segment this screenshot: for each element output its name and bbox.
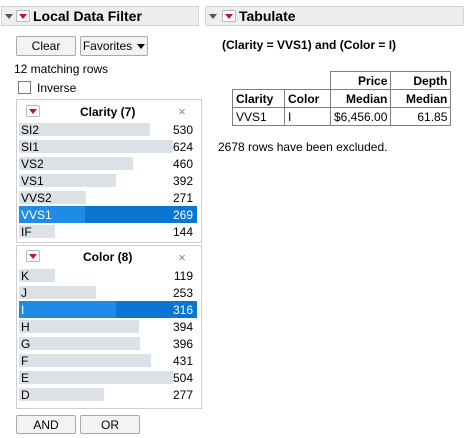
matching-rows-text: 12 matching rows: [14, 62, 109, 76]
tabulate-title: Tabulate: [239, 8, 296, 24]
count-bar: [19, 354, 151, 367]
list-item-count: 530: [172, 123, 193, 137]
or-button-label: OR: [101, 417, 119, 432]
red-triangle-menu-icon[interactable]: [16, 10, 30, 22]
table-cell-color: I: [284, 107, 331, 126]
list-item[interactable]: VS2 460: [19, 155, 197, 172]
tabulate-header: Tabulate: [205, 6, 464, 26]
list-item-label: VVS2: [21, 191, 52, 205]
local-data-filter-header: Local Data Filter: [1, 6, 199, 26]
list-item-label: VS2: [21, 157, 44, 171]
count-bar: [19, 337, 140, 350]
list-item-label: G: [21, 337, 31, 351]
list-item[interactable]: SI1 624: [19, 138, 197, 155]
disclosure-triangle-icon[interactable]: [4, 11, 14, 21]
list-item-label: H: [21, 320, 30, 334]
list-item[interactable]: SI2 530: [19, 121, 197, 138]
and-button-label: AND: [33, 417, 59, 432]
clarity-column-header: Clarity: [232, 89, 285, 108]
excluded-rows-note: 2678 rows have been excluded.: [218, 140, 388, 154]
color-filter-title: Color (8): [83, 250, 133, 264]
count-bar: [19, 320, 139, 333]
list-item-count: 460: [172, 157, 193, 171]
count-bar: [19, 388, 104, 401]
clarity-close-icon[interactable]: ×: [176, 104, 188, 119]
list-item-label: J: [21, 286, 27, 300]
table-row: VVS1 I $6,456.00 61.85: [232, 107, 452, 126]
table-cell-depth-median: 61.85: [390, 107, 452, 126]
list-item[interactable]: G 396: [19, 335, 197, 352]
local-data-filter-title: Local Data Filter: [33, 8, 142, 24]
list-item-count: 119: [173, 269, 193, 283]
list-item-count: 394: [172, 320, 193, 334]
list-item[interactable]: D 277: [19, 386, 197, 403]
count-bar: [19, 140, 173, 153]
list-item-count: 269: [172, 208, 193, 222]
color-close-icon[interactable]: ×: [176, 250, 188, 265]
list-item-label: VS1: [21, 174, 44, 188]
count-bar: [19, 301, 116, 318]
list-item-label: SI1: [21, 140, 40, 154]
list-item[interactable]: H 394: [19, 318, 197, 335]
table-header-row: Price Depth: [232, 71, 452, 90]
list-item-count: 396: [172, 337, 193, 351]
and-button[interactable]: AND: [16, 415, 76, 434]
list-item-count: 431: [172, 354, 193, 368]
list-item-label: VVS1: [21, 208, 52, 222]
red-triangle-menu-icon[interactable]: [222, 10, 236, 22]
list-item-label: I: [21, 303, 25, 317]
list-item[interactable]: J 253: [19, 284, 197, 301]
table-header-row: Clarity Color Median Median: [232, 89, 452, 108]
clear-button[interactable]: Clear: [16, 36, 76, 56]
table-cell-price-median: $6,456.00: [329, 107, 392, 126]
clarity-filter-title: Clarity (7): [80, 105, 136, 119]
list-item-count: 392: [172, 174, 193, 188]
clarity-menu-icon[interactable]: [26, 105, 40, 117]
list-item-label: F: [21, 354, 29, 368]
inverse-label: Inverse: [37, 81, 77, 95]
list-item-label: E: [21, 371, 30, 385]
depth-median-header: Median: [390, 89, 452, 108]
inverse-checkbox[interactable]: [18, 81, 31, 94]
chevron-down-icon: [137, 43, 146, 49]
list-item[interactable]: I 316: [19, 301, 197, 318]
list-item-label: K: [21, 269, 30, 283]
list-item[interactable]: K 119: [19, 267, 197, 284]
list-item-count: 144: [172, 225, 193, 239]
count-bar: [19, 286, 96, 299]
list-item[interactable]: IF 144: [19, 223, 197, 240]
clear-button-label: Clear: [31, 39, 61, 53]
color-menu-icon[interactable]: [26, 250, 40, 262]
list-item-count: 253: [172, 286, 193, 300]
list-item-label: SI2: [21, 123, 40, 137]
list-item-label: D: [21, 388, 30, 402]
favorites-label: Favorites: [82, 39, 133, 53]
list-item[interactable]: F 431: [19, 352, 197, 369]
favorites-dropdown[interactable]: Favorites: [80, 36, 148, 56]
price-group-header: Price: [329, 71, 392, 90]
depth-group-header: Depth: [390, 71, 452, 90]
list-item[interactable]: VS1 392: [19, 172, 197, 189]
tabulate-table: Price Depth Clarity Color Median Median …: [232, 71, 452, 126]
or-button[interactable]: OR: [80, 415, 140, 434]
list-item[interactable]: VVS1 269: [19, 206, 197, 223]
table-cell-clarity: VVS1: [232, 107, 285, 126]
price-median-header: Median: [329, 89, 392, 108]
list-item-count: 277: [172, 388, 193, 402]
list-item-count: 504: [172, 371, 193, 385]
where-clause: (Clarity = VVS1) and (Color = I): [222, 38, 397, 52]
list-item-count: 316: [172, 303, 193, 317]
disclosure-triangle-icon[interactable]: [208, 11, 218, 21]
list-item-count: 271: [172, 191, 193, 205]
list-item-label: IF: [21, 225, 32, 239]
color-column-header: Color: [284, 89, 331, 108]
list-item[interactable]: VVS2 271: [19, 189, 197, 206]
list-item-count: 624: [172, 140, 193, 154]
count-bar: [19, 371, 173, 384]
list-item[interactable]: E 504: [19, 369, 197, 386]
